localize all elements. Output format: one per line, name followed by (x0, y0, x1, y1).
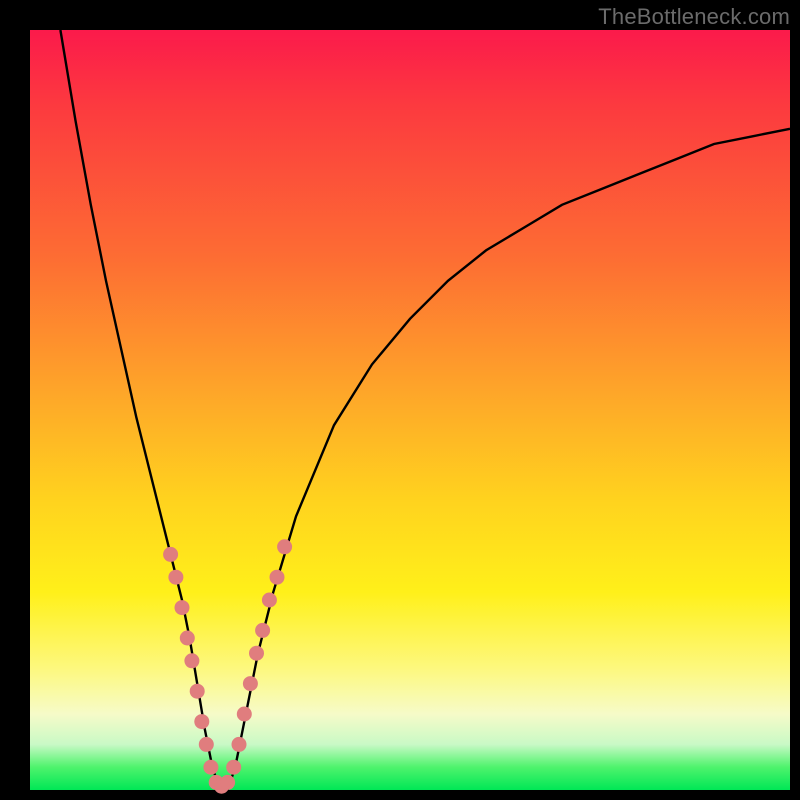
bead-marker (255, 623, 270, 638)
bead-marker (243, 676, 258, 691)
bead-marker (232, 737, 247, 752)
bead-marker (168, 570, 183, 585)
bead-marker (262, 593, 277, 608)
highlight-beads (163, 539, 292, 793)
watermark-text: TheBottleneck.com (598, 4, 790, 30)
bead-marker (175, 600, 190, 615)
bead-marker (237, 707, 252, 722)
bead-marker (203, 760, 218, 775)
bead-marker (270, 570, 285, 585)
bead-marker (180, 631, 195, 646)
bead-marker (277, 539, 292, 554)
bead-marker (184, 653, 199, 668)
bead-marker (220, 775, 235, 790)
bead-marker (226, 760, 241, 775)
bead-marker (190, 684, 205, 699)
plot-area (30, 30, 790, 790)
bead-marker (199, 737, 214, 752)
bead-marker (249, 646, 264, 661)
bead-marker (163, 547, 178, 562)
chart-svg (30, 30, 790, 790)
chart-frame: TheBottleneck.com (0, 0, 800, 800)
bead-marker (194, 714, 209, 729)
bottleneck-curve (60, 30, 790, 790)
